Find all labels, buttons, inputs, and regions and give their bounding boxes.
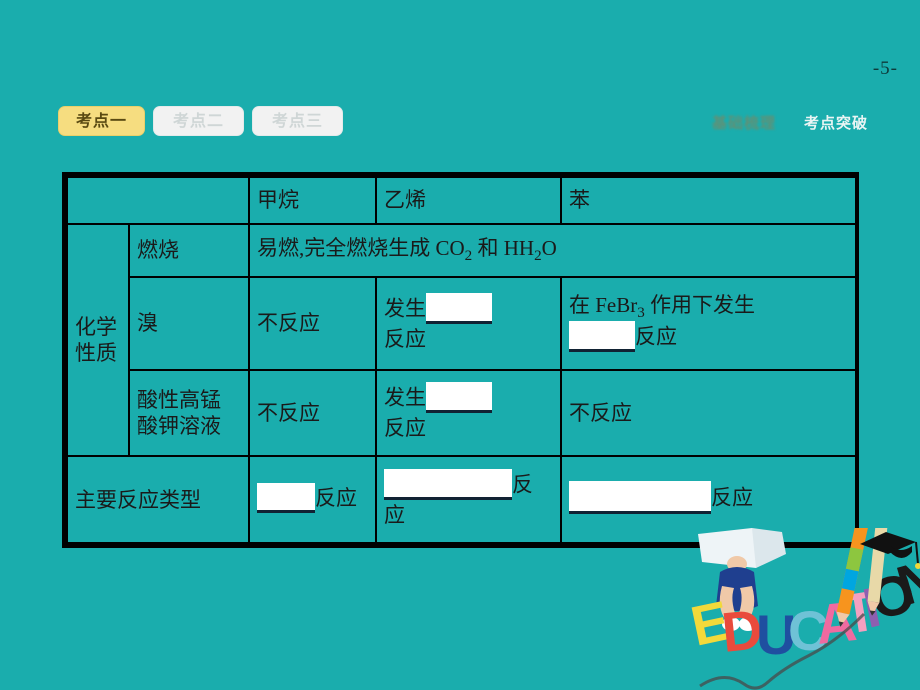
row-label-kmno4-text: 酸性高锰酸钾溶液 [137, 387, 221, 438]
table-row-reaction-type: 主要反应类型 反应 反应 反应 [66, 455, 857, 544]
answer-blank-bromine-benzene[interactable] [569, 321, 635, 353]
education-illustration-svg: E D U C A T I O N [690, 528, 920, 690]
letter-E: E [690, 588, 735, 657]
tab-strip: 考点一 考点二 考点三 [58, 106, 344, 136]
bromine-benzene-pre: 在 FeBr [569, 293, 638, 318]
tab-kaodian-2[interactable]: 考点二 [153, 106, 245, 136]
header-cell-ethylene: 乙烯 [375, 176, 562, 225]
letter-U: U [756, 603, 796, 666]
cell-reaction-type-benzene: 反应 [560, 455, 857, 544]
cell-kmno4-benzene: 不反应 [560, 368, 857, 458]
reaction-type-benzene-post: 反应 [711, 485, 753, 510]
row-label-kmno4: 酸性高锰酸钾溶液 [128, 368, 250, 458]
cell-bromine-benzene: 在 FeBr3 作用下发生 反应 [560, 275, 857, 371]
tab-kaodian-3[interactable]: 考点三 [252, 106, 344, 136]
combustion-text-3: H [518, 235, 535, 260]
letter-O: O [864, 560, 920, 632]
letter-N: N [890, 546, 920, 618]
combustion-text-4: O [541, 235, 557, 260]
letter-C: C [788, 599, 828, 662]
table-row-kmno4: 酸性高锰酸钾溶液 不反应 发生 反应 不反应 [67, 368, 857, 458]
table-header-row: 甲烷 乙烯 苯 [66, 176, 857, 225]
answer-blank-bromine-ethylene[interactable] [426, 292, 492, 324]
cell-bromine-methane: 不反应 [248, 275, 377, 371]
comparison-table: 甲烷 乙烯 苯 化学性质 燃烧 易燃,完全燃烧生成 CO2 和 HH2O 溴 不… [62, 172, 859, 548]
graduation-cap-icon [860, 532, 920, 569]
cell-kmno4-methane: 不反应 [248, 368, 377, 458]
swirl-line [699, 612, 866, 690]
table-row-combustion: 化学性质 燃烧 易燃,完全燃烧生成 CO2 和 HH2O [66, 222, 857, 458]
answer-blank-reaction-type-ethylene[interactable] [384, 469, 512, 501]
row-label-bromine: 溴 [128, 275, 250, 371]
letter-I: I [857, 575, 885, 640]
cell-reaction-type-ethylene: 反应 [375, 455, 562, 544]
kmno4-ethylene-pre: 发生 [384, 385, 426, 410]
table-row-bromine: 溴 不反应 发生 反应 在 FeBr3 作用下发生 反应 [67, 275, 857, 371]
tab-kaodian-1[interactable]: 考点一 [58, 106, 146, 136]
row-label-reaction-type: 主要反应类型 [66, 455, 250, 544]
row-label-combustion: 燃烧 [128, 222, 250, 278]
combustion-text-2: 和 H [472, 235, 519, 260]
row-label-reaction-type-text: 主要反应类型 [75, 487, 201, 512]
page-number: -5- [872, 58, 898, 79]
header-cell-benzene: 苯 [560, 176, 857, 225]
section-label-jichushuli: 基础梳理 [711, 115, 776, 132]
reaction-type-methane-post: 反应 [315, 485, 357, 510]
row-group-label-text: 化学性质 [75, 314, 117, 365]
combustion-text-1: 易燃,完全燃烧生成 CO [257, 235, 465, 260]
student-figure [716, 556, 758, 631]
answer-blank-kmno4-ethylene[interactable] [426, 382, 492, 414]
cell-combustion-all: 易燃,完全燃烧生成 CO2 和 HH2O [248, 222, 857, 278]
bromine-benzene-post: 反应 [635, 324, 677, 349]
answer-blank-reaction-type-benzene[interactable] [569, 481, 711, 515]
letter-T: T [838, 578, 882, 646]
section-label-kaodiantupo: 考点突破 [803, 115, 868, 132]
letter-D: D [719, 597, 766, 664]
cell-kmno4-ethylene: 发生 反应 [375, 368, 562, 458]
header-cell-empty [66, 176, 250, 225]
bromine-ethylene-post: 反应 [384, 326, 426, 351]
answer-blank-reaction-type-methane[interactable] [257, 482, 315, 513]
kmno4-ethylene-post: 反应 [384, 416, 426, 441]
cell-bromine-ethylene: 发生 反应 [375, 275, 562, 371]
letter-A: A [813, 589, 860, 656]
header-cell-methane: 甲烷 [248, 176, 377, 225]
bromine-benzene-sub: 3 [637, 305, 645, 322]
bromine-ethylene-pre: 发生 [384, 295, 426, 320]
combustion-sub-2: 2 [534, 247, 542, 264]
header-right-labels: 基础梳理 考点突破 [712, 112, 868, 133]
education-decoration: E D U C A T I O N [690, 528, 920, 690]
bromine-benzene-mid: 作用下发生 [644, 293, 756, 318]
row-group-label-chemical-properties: 化学性质 [66, 222, 130, 458]
cell-reaction-type-methane: 反应 [248, 455, 377, 544]
